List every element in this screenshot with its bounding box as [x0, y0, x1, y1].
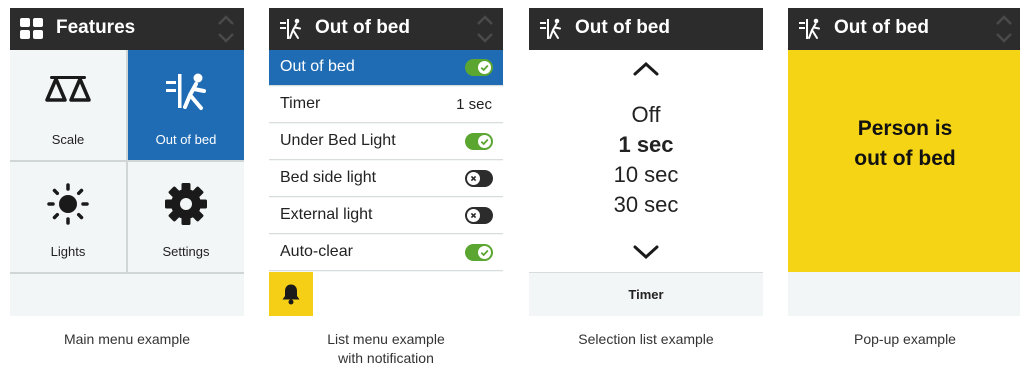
main-menu-header: Features: [10, 8, 244, 50]
list-item-value: 1 sec: [456, 96, 492, 113]
out-of-bed-icon: [166, 73, 206, 110]
scroll-indicator-icon: [475, 11, 495, 47]
caption-list-menu: List menu example with notification: [269, 330, 503, 368]
alert-popup[interactable]: Person is out of bed: [788, 50, 1020, 272]
grid-divider: [10, 160, 244, 162]
page-title: Features: [56, 17, 136, 38]
option-30-sec[interactable]: 30 sec: [529, 192, 763, 218]
out-of-bed-icon: [279, 18, 303, 40]
page-title: Out of bed: [315, 17, 410, 38]
popup-header: Out of bed: [788, 8, 1020, 50]
scroll-indicator-icon: [216, 11, 236, 47]
list-item-label: Out of bed: [280, 58, 355, 75]
popup-message-line: Person is: [857, 117, 953, 140]
toggle-off-icon[interactable]: [465, 170, 493, 187]
tile-label: Out of bed: [155, 132, 217, 147]
main-menu-screen: Features Scale Out of bed Lights Setting…: [10, 8, 244, 316]
popup-message: Person is out of bed: [788, 114, 1020, 174]
grid-divider: [10, 272, 244, 274]
list-item-label: Bed side light: [280, 169, 377, 186]
caption-main-menu: Main menu example: [63, 331, 191, 347]
list-menu-header: Out of bed: [269, 8, 503, 50]
page-title: Out of bed: [834, 17, 929, 38]
out-of-bed-icon: [798, 18, 822, 40]
scroll-indicator-icon: [994, 11, 1014, 47]
list-item-label: External light: [280, 206, 373, 223]
selection-footer: Timer: [529, 272, 763, 316]
bell-icon: [282, 284, 300, 305]
gear-icon: [165, 183, 207, 225]
out-of-bed-icon: [539, 18, 563, 40]
notification-bar: [269, 272, 503, 316]
option-10-sec[interactable]: 10 sec: [529, 162, 763, 188]
toggle-on-icon[interactable]: [465, 59, 493, 76]
chevron-up-icon[interactable]: [631, 60, 661, 78]
popup-message-line: out of bed: [854, 147, 956, 170]
caption-line: List menu example: [327, 331, 445, 347]
scale-icon: [45, 76, 91, 102]
selection-list-screen: Out of bed Off 1 sec 10 sec 30 sec Timer: [529, 8, 763, 316]
toggle-on-icon[interactable]: [465, 244, 493, 261]
caption-line: with notification: [338, 350, 434, 366]
list-item-label: Auto-clear: [280, 243, 353, 260]
features-grid-icon: [20, 18, 43, 39]
list-item-label: Under Bed Light: [280, 132, 396, 149]
selection-footer-label: Timer: [628, 287, 664, 302]
selection-list: Off 1 sec 10 sec 30 sec: [529, 50, 763, 272]
list-item-external-light[interactable]: External light: [269, 198, 503, 234]
caption-selection-list: Selection list example: [578, 331, 714, 347]
list-item-timer[interactable]: Timer 1 sec: [269, 87, 503, 123]
tile-label: Lights: [50, 244, 86, 259]
selection-list-header: Out of bed: [529, 8, 763, 50]
notification-button[interactable]: [269, 272, 313, 316]
tile-out-of-bed[interactable]: Out of bed: [128, 50, 244, 160]
caption-popup: Pop-up example: [854, 331, 956, 347]
tile-label: Settings: [162, 244, 210, 259]
popup-screen: Out of bed Person is out of bed: [788, 8, 1020, 316]
toggle-on-icon[interactable]: [465, 133, 493, 150]
option-1-sec-selected[interactable]: 1 sec: [529, 132, 763, 158]
list-item-auto-clear[interactable]: Auto-clear: [269, 235, 503, 271]
list-item-bed-side-light[interactable]: Bed side light: [269, 161, 503, 197]
tile-lights[interactable]: Lights: [10, 162, 126, 272]
page-title: Out of bed: [575, 17, 670, 38]
tile-label: Scale: [51, 132, 85, 147]
option-off[interactable]: Off: [529, 102, 763, 128]
list-item-under-bed-light[interactable]: Under Bed Light: [269, 124, 503, 160]
toggle-off-icon[interactable]: [465, 207, 493, 224]
tile-scale[interactable]: Scale: [10, 50, 126, 160]
sun-icon: [47, 183, 89, 225]
list-item-out-of-bed[interactable]: Out of bed: [269, 50, 503, 86]
list-item-label: Timer: [280, 95, 321, 112]
popup-footer: [788, 272, 1020, 316]
list-menu-screen: Out of bed Out of bed Timer 1 sec Under …: [269, 8, 503, 316]
chevron-down-icon[interactable]: [631, 243, 661, 261]
tile-settings[interactable]: Settings: [128, 162, 244, 272]
